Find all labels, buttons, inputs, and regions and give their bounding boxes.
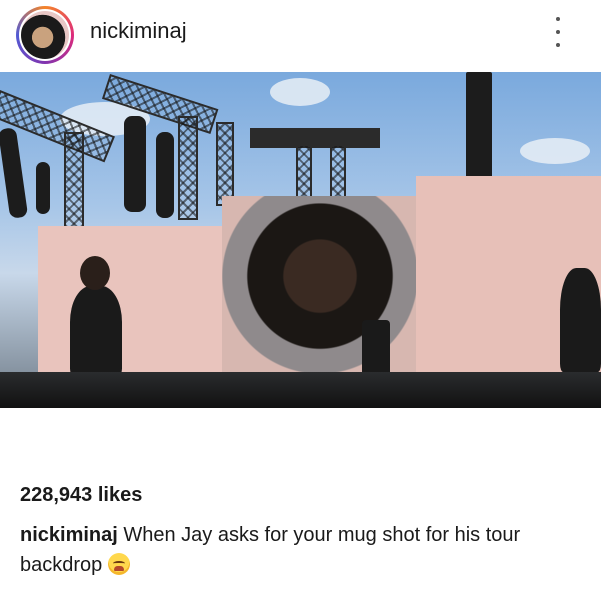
stage-truss: [178, 116, 198, 220]
likes-count[interactable]: 228,943 likes: [20, 484, 142, 507]
speaker-array: [466, 72, 492, 182]
cloud: [270, 78, 330, 106]
video-screen-left: [38, 226, 228, 376]
avatar-ring: [19, 9, 71, 61]
more-options-icon[interactable]: [548, 17, 568, 47]
speaker-array: [0, 127, 29, 219]
interpreter-head: [80, 256, 110, 290]
post-caption: nickiminaj When Jay asks for your mug sh…: [20, 520, 580, 580]
post-image[interactable]: [0, 72, 601, 408]
stage-truss: [250, 128, 380, 148]
more-dot: [556, 17, 560, 21]
sign-interpreter-left: [70, 286, 122, 376]
post-username[interactable]: nickiminaj: [90, 18, 187, 44]
crowd: [0, 372, 601, 408]
speaker-array: [36, 162, 50, 214]
cloud: [520, 138, 590, 164]
camera-rig: [362, 320, 390, 376]
caption-username[interactable]: nickiminaj: [20, 524, 118, 546]
stage-truss: [216, 122, 234, 206]
more-dot: [556, 30, 560, 34]
speaker-array: [156, 132, 174, 218]
grimacing-face-emoji: [108, 553, 131, 575]
avatar-image: [21, 11, 69, 59]
avatar[interactable]: [16, 6, 74, 64]
sign-interpreter-right: [560, 268, 601, 372]
more-dot: [556, 43, 560, 47]
post-header: nickiminaj: [0, 0, 601, 72]
speaker-array: [124, 116, 146, 212]
